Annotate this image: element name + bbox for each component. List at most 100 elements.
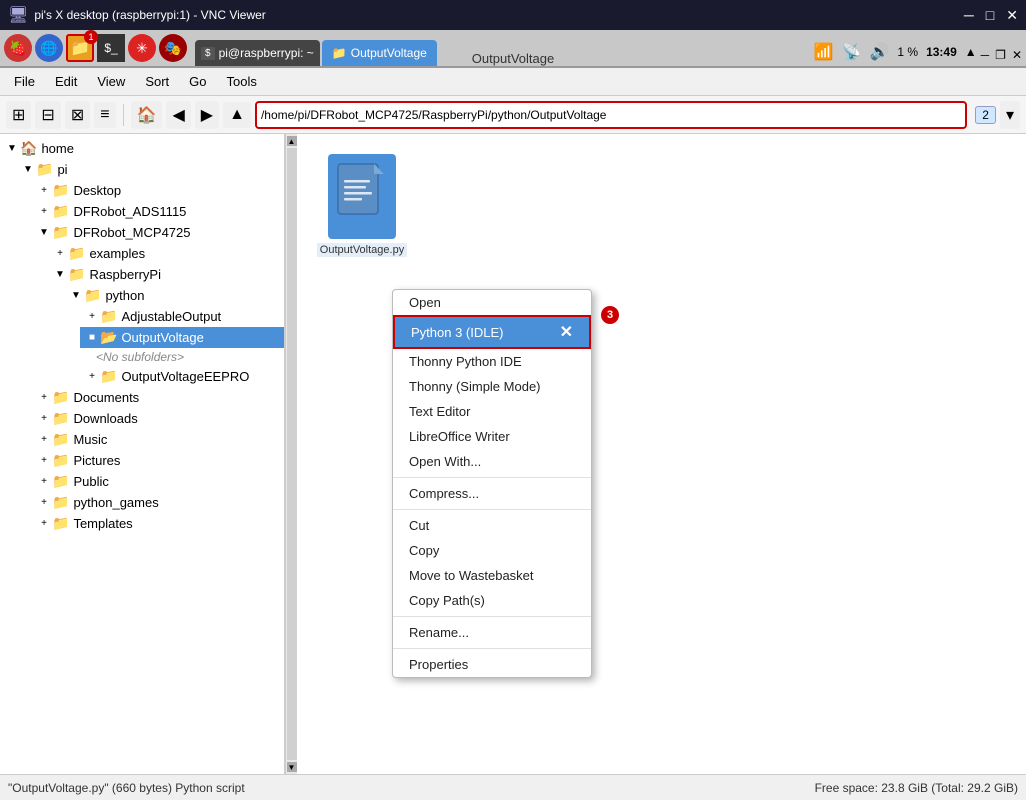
globe-icon[interactable]: 🌐 xyxy=(35,34,63,62)
sidebar-item-outputvoltage[interactable]: ■ 📂 OutputVoltage xyxy=(80,327,284,348)
menu-tools[interactable]: Tools xyxy=(219,72,265,91)
toolbar-forward[interactable]: ▶ xyxy=(195,101,219,129)
menu-sort[interactable]: Sort xyxy=(137,72,177,91)
toggle-eepro[interactable]: + xyxy=(84,371,100,382)
toolbar-home[interactable]: 🏠 xyxy=(131,101,163,129)
menu-view[interactable]: View xyxy=(89,72,133,91)
sidebar-item-music[interactable]: + 📁 Music xyxy=(32,429,284,450)
sidebar-item-pictures[interactable]: + 📁 Pictures xyxy=(32,450,284,471)
sidebar-item-ads1115[interactable]: + 📁 DFRobot_ADS1115 xyxy=(32,201,284,222)
sidebar-item-eepro[interactable]: + 📁 OutputVoltageEEPRO xyxy=(80,366,284,387)
sidebar-item-adjustable[interactable]: + 📁 AdjustableOutput xyxy=(80,306,284,327)
python-icon: 📁 xyxy=(84,287,101,304)
toggle-python[interactable]: ▼ xyxy=(68,290,84,301)
context-menu: Open Python 3 (IDLE) ✕ 3 Thonny Python I… xyxy=(392,289,592,678)
scroll-up[interactable]: ▲ xyxy=(965,45,977,59)
ctx-move-wastebasket[interactable]: Move to Wastebasket xyxy=(393,563,591,588)
toolbar-view-medium[interactable]: ⊟ xyxy=(35,101,60,129)
terminal-icon[interactable]: $_ xyxy=(97,34,125,62)
toggle-home[interactable]: ▼ xyxy=(4,143,20,154)
toolbar-back[interactable]: ◀ xyxy=(166,101,190,129)
scroll-down-btn[interactable]: ▼ xyxy=(287,762,297,772)
sidebar-item-documents[interactable]: + 📁 Documents xyxy=(32,387,284,408)
address-bar-input[interactable] xyxy=(261,108,961,122)
tab-terminal[interactable]: $ pi@raspberrypi: ~ xyxy=(195,40,320,66)
burst-icon[interactable]: ✳ xyxy=(128,34,156,62)
ctx-open[interactable]: Open xyxy=(393,290,591,315)
toolbar-view-small[interactable]: ⊞ xyxy=(6,101,31,129)
ctx-libreoffice[interactable]: LibreOffice Writer xyxy=(393,424,591,449)
toggle-outputvoltage[interactable]: ■ xyxy=(84,332,100,343)
toolbar-view-large[interactable]: ⊠ xyxy=(65,101,90,129)
sidebar-item-desktop[interactable]: + 📁 Desktop xyxy=(32,180,284,201)
toggle-pictures[interactable]: + xyxy=(36,455,52,466)
sidebar-item-raspberrypi[interactable]: ▼ 📁 RaspberryPi xyxy=(48,264,284,285)
ctx-copy-paths[interactable]: Copy Path(s) xyxy=(393,588,591,613)
win-restore-button[interactable]: ❐ xyxy=(995,48,1006,62)
system-tray-area: 📶 📡 🔊 1 % 13:49 ▲ xyxy=(814,42,977,66)
ctx-compress[interactable]: Compress... xyxy=(393,481,591,506)
pi-icon: 📁 xyxy=(36,161,53,178)
win-close-button[interactable]: ✕ xyxy=(1012,48,1022,62)
filemanager-icon[interactable]: 📁 1 xyxy=(66,34,94,62)
ctx-thonny-simple[interactable]: Thonny (Simple Mode) xyxy=(393,374,591,399)
title-minimize-button[interactable]: ─ xyxy=(964,7,974,24)
toggle-raspberrypi[interactable]: ▼ xyxy=(52,269,68,280)
sidebar-item-downloads[interactable]: + 📁 Downloads xyxy=(32,408,284,429)
raspberry-icon[interactable]: 🍓 xyxy=(4,34,32,62)
ads1115-icon: 📁 xyxy=(52,203,69,220)
toggle-examples[interactable]: + xyxy=(52,248,68,259)
ctx-cut[interactable]: Cut xyxy=(393,513,591,538)
sidebar-label-desktop: Desktop xyxy=(73,183,121,198)
toolbar-view-list[interactable]: ≡ xyxy=(94,102,115,128)
sidebar-item-home[interactable]: ▼ 🏠 home xyxy=(0,138,284,159)
ctx-rename[interactable]: Rename... xyxy=(393,620,591,645)
sidebar-item-mcp4725[interactable]: ▼ 📁 DFRobot_MCP4725 xyxy=(32,222,284,243)
tab-filemanager[interactable]: 📁 OutputVoltage xyxy=(322,40,437,66)
menu-file[interactable]: File xyxy=(6,72,43,91)
sidebar-item-pygames[interactable]: + 📁 python_games xyxy=(32,492,284,513)
sidebar-item-examples[interactable]: + 📁 examples xyxy=(48,243,284,264)
toggle-music[interactable]: + xyxy=(36,434,52,445)
toggle-pygames[interactable]: + xyxy=(36,497,52,508)
win-minimize-button[interactable]: ─ xyxy=(981,48,990,62)
ctx-properties[interactable]: Properties xyxy=(393,652,591,677)
title-close-button[interactable]: ✕ xyxy=(1006,7,1018,24)
ctx-open-with[interactable]: Open With... xyxy=(393,449,591,474)
scroll-up-btn[interactable]: ▲ xyxy=(287,136,297,146)
menu-go[interactable]: Go xyxy=(181,72,214,91)
title-maximize-button[interactable]: □ xyxy=(986,7,994,24)
scroll-thumb[interactable] xyxy=(287,148,297,760)
sidebar-item-python[interactable]: ▼ 📁 python xyxy=(64,285,284,306)
anon-icon[interactable]: 🎭 xyxy=(159,34,187,62)
toolbar: ⊞ ⊟ ⊠ ≡ 🏠 ◀ ▶ ▲ 2 ▾ xyxy=(0,96,1026,134)
menu-edit[interactable]: Edit xyxy=(47,72,85,91)
toggle-desktop[interactable]: + xyxy=(36,185,52,196)
desktop-icon: 📁 xyxy=(52,182,69,199)
toolbar-up[interactable]: ▲ xyxy=(223,102,251,128)
file-icon-bg xyxy=(328,154,396,239)
sidebar-scrollbar[interactable]: ▲ ▼ xyxy=(285,134,297,774)
templates-icon: 📁 xyxy=(52,515,69,532)
toggle-pi[interactable]: ▼ xyxy=(20,164,36,175)
toggle-public[interactable]: + xyxy=(36,476,52,487)
sidebar-item-pi[interactable]: ▼ 📁 pi xyxy=(16,159,284,180)
ctx-python3-idle[interactable]: Python 3 (IDLE) ✕ 3 xyxy=(393,315,591,349)
toggle-adjustable[interactable]: + xyxy=(84,311,100,322)
toggle-mcp4725[interactable]: ▼ xyxy=(36,227,52,238)
toggle-templates[interactable]: + xyxy=(36,518,52,529)
ctx-thonny-ide[interactable]: Thonny Python IDE xyxy=(393,349,591,374)
ctx-python3-close[interactable]: ✕ xyxy=(560,322,573,342)
ctx-sep3 xyxy=(393,616,591,617)
ctx-copy[interactable]: Copy xyxy=(393,538,591,563)
clock: 13:49 xyxy=(926,45,957,59)
toolbar-dropdown[interactable]: ▾ xyxy=(1000,101,1020,129)
toggle-ads1115[interactable]: + xyxy=(36,206,52,217)
ctx-text-editor[interactable]: Text Editor xyxy=(393,399,591,424)
toggle-downloads[interactable]: + xyxy=(36,413,52,424)
toggle-documents[interactable]: + xyxy=(36,392,52,403)
sidebar-item-public[interactable]: + 📁 Public xyxy=(32,471,284,492)
title-bar: 🖥 pi's X desktop (raspberrypi:1) - VNC V… xyxy=(0,0,1026,30)
sidebar-item-templates[interactable]: + 📁 Templates xyxy=(32,513,284,534)
file-icon-outputvoltage[interactable]: OutputVoltage.py xyxy=(317,154,407,257)
